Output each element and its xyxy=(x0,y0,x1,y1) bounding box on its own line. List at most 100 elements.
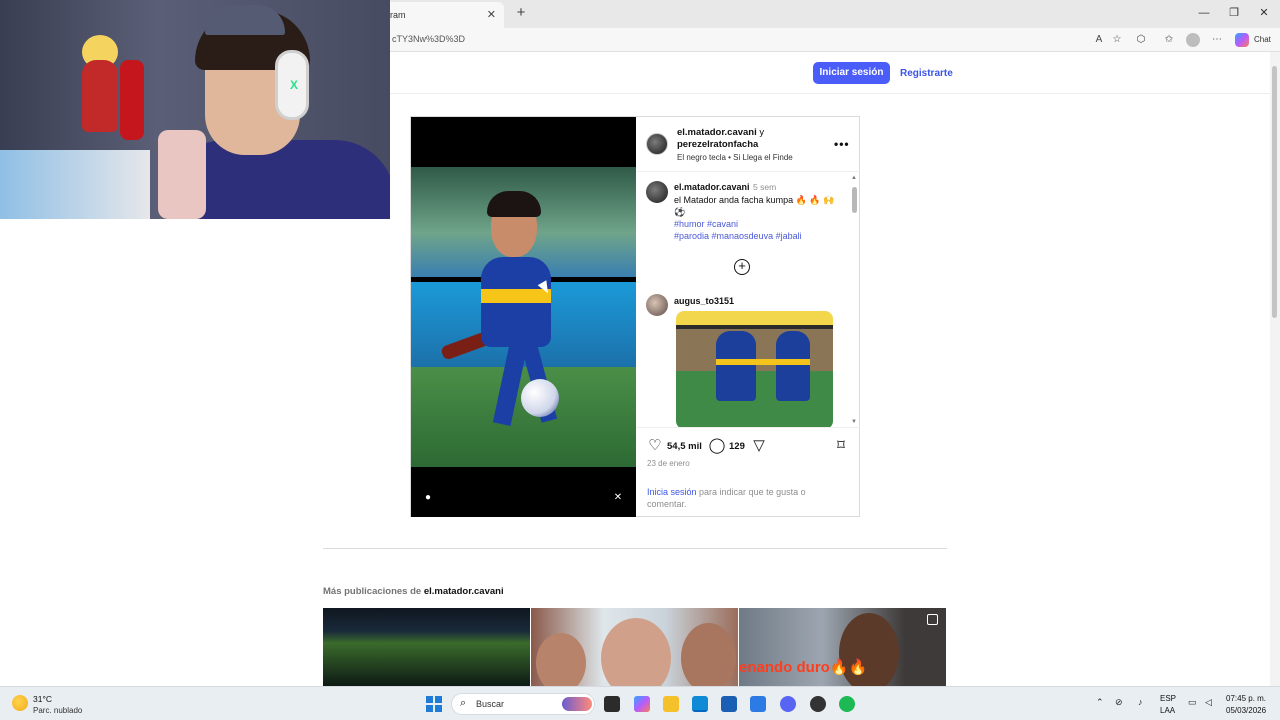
tray-network-icon[interactable]: ⊘ xyxy=(1115,697,1123,708)
login-prompt: Inicia sesión para indicar que te gusta … xyxy=(647,486,837,510)
tagged-users-icon[interactable]: ● xyxy=(421,491,435,505)
menu-dots-icon[interactable]: ⋯ xyxy=(1210,33,1224,47)
outlook-icon[interactable] xyxy=(750,696,766,712)
author-name-1[interactable]: el.matador.cavani xyxy=(677,127,757,138)
spotify-icon[interactable] xyxy=(839,696,855,712)
post-authors: el.matador.cavani y perezelratonfacha xyxy=(677,127,827,151)
more-options-icon[interactable]: ••• xyxy=(834,137,850,151)
obs-icon[interactable] xyxy=(810,696,826,712)
task-view-icon[interactable] xyxy=(604,696,620,712)
comments-panel: el.matador.cavani 5 sem el Matador anda … xyxy=(636,173,860,428)
post-card: ● ✕ el.matador.cavani y perezelratonfach… xyxy=(410,116,860,517)
caption-user[interactable]: el.matador.cavani xyxy=(674,182,750,192)
webcam-overlay: X xyxy=(0,0,390,219)
comments-scrollbar[interactable]: ▲ ▼ xyxy=(851,175,858,425)
carousel-icon xyxy=(927,614,938,625)
close-window-button[interactable]: ✕ xyxy=(1256,5,1272,21)
restore-button[interactable]: ❐ xyxy=(1226,5,1242,21)
post-video[interactable]: ● ✕ xyxy=(411,117,636,517)
weather-sun-icon[interactable] xyxy=(12,695,28,711)
headphones-logo-icon: X xyxy=(290,78,299,92)
caption-text: el Matador anda facha kumpa 🔥 🔥 🙌 ⚽ xyxy=(674,195,835,217)
video-pitch xyxy=(411,367,636,467)
grid-face-1 xyxy=(536,633,586,686)
favorite-star-icon[interactable]: ☆ xyxy=(1110,33,1124,47)
read-aloud-icon[interactable]: A xyxy=(1092,33,1106,47)
clock-time[interactable]: 07:45 p. m. xyxy=(1226,694,1266,703)
clock-date[interactable]: 05/03/2026 xyxy=(1226,706,1266,715)
like-heart-icon[interactable]: ♡ xyxy=(646,437,664,455)
scroll-down-icon[interactable]: ▼ xyxy=(851,419,857,425)
login-prompt-link[interactable]: Inicia sesión xyxy=(647,487,697,497)
browser-tab[interactable]: ram ✕ xyxy=(380,2,504,28)
search-placeholder: Buscar xyxy=(476,699,505,709)
webcam-figure xyxy=(82,60,118,132)
audio-track[interactable]: El negro tecla • Si Llega el Finde xyxy=(677,153,793,162)
tray-volume-icon[interactable]: ◁ xyxy=(1205,697,1212,708)
url-field[interactable]: cTY3Nw%3D%3D xyxy=(392,34,465,44)
minimize-button[interactable]: — xyxy=(1196,5,1212,21)
reply-avatar[interactable] xyxy=(646,294,668,316)
tray-expand-icon[interactable]: ⌃ xyxy=(1096,697,1104,708)
weather-temperature[interactable]: 31°C xyxy=(33,694,52,704)
load-more-comments-icon[interactable]: + xyxy=(734,259,750,275)
post-sidebar: el.matador.cavani y perezelratonfacha El… xyxy=(636,117,860,517)
grid-post-2[interactable] xyxy=(531,608,738,686)
comment-bubble-icon[interactable]: ◯ xyxy=(708,437,726,455)
author-name-2[interactable]: perezelratonfacha xyxy=(677,139,758,150)
reply-user[interactable]: augus_to3151 xyxy=(674,296,734,306)
likes-count[interactable]: 54,5 mil xyxy=(667,441,702,452)
extensions-icon[interactable]: ⬡ xyxy=(1134,33,1148,47)
grid-post-3[interactable]: enando duro🔥🔥 xyxy=(739,608,946,686)
caption-avatar[interactable] xyxy=(646,181,668,203)
share-send-icon[interactable]: ▽ xyxy=(750,437,768,455)
profile-avatar-icon[interactable] xyxy=(1186,33,1200,47)
store-icon[interactable] xyxy=(721,696,737,712)
file-explorer-icon[interactable] xyxy=(663,696,679,712)
more-posts-user[interactable]: el.matador.cavani xyxy=(424,586,504,597)
author-avatar[interactable] xyxy=(646,133,668,155)
login-button[interactable]: Iniciar sesión xyxy=(813,62,890,84)
mute-icon[interactable]: ✕ xyxy=(611,491,625,505)
section-divider xyxy=(323,548,947,549)
start-tile-2 xyxy=(435,696,442,703)
post-header: el.matador.cavani y perezelratonfacha El… xyxy=(636,117,860,172)
caption-hashtags-1[interactable]: #humor #cavani xyxy=(674,218,844,230)
comments-scroll-thumb[interactable] xyxy=(852,187,857,213)
caption-hashtags-2[interactable]: #parodia #manaosdeuva #jabali xyxy=(674,230,844,242)
taskbar-search[interactable]: ⌕ Buscar xyxy=(451,693,595,715)
start-tile-3 xyxy=(426,705,433,712)
tab-close-icon[interactable]: ✕ xyxy=(487,2,496,28)
chat-label[interactable]: Chat xyxy=(1254,35,1271,44)
author-join: y xyxy=(756,127,765,138)
webcam-microphone xyxy=(120,60,144,140)
save-bookmark-icon[interactable]: ⌑ xyxy=(832,437,850,455)
page-scrollbar[interactable] xyxy=(1270,52,1280,686)
weather-description[interactable]: Parc. nublado xyxy=(33,706,82,715)
grid-post-3-text: enando duro🔥🔥 xyxy=(739,659,868,676)
language-code[interactable]: ESP xyxy=(1160,694,1176,703)
reply-image[interactable] xyxy=(676,311,833,427)
edge-browser-icon[interactable] xyxy=(692,696,708,712)
new-tab-button[interactable]: + xyxy=(512,4,530,22)
scroll-up-icon[interactable]: ▲ xyxy=(851,175,857,181)
tray-mic-icon[interactable]: ♪ xyxy=(1138,697,1143,707)
favorites-icon[interactable]: ✩ xyxy=(1162,33,1176,47)
copilot-taskbar-icon[interactable] xyxy=(634,696,650,712)
comments-count: 129 xyxy=(729,441,745,452)
grid-post-1[interactable] xyxy=(323,608,530,686)
start-tile-4 xyxy=(435,705,442,712)
tray-monitor-icon[interactable]: ▭ xyxy=(1188,697,1197,708)
register-link[interactable]: Registrarte xyxy=(900,68,953,79)
soccer-ball xyxy=(521,379,559,417)
keyboard-layout[interactable]: LAA xyxy=(1160,706,1175,715)
webcam-monitor xyxy=(0,150,150,219)
page-scroll-thumb[interactable] xyxy=(1272,66,1277,318)
player-hair xyxy=(487,191,541,217)
discord-icon[interactable] xyxy=(780,696,796,712)
thumb-player-2 xyxy=(776,331,810,401)
copilot-icon[interactable] xyxy=(1235,33,1249,47)
webcam-cap xyxy=(205,5,285,35)
windows-start-icon[interactable] xyxy=(426,696,442,712)
webcam-bottle xyxy=(158,130,206,219)
